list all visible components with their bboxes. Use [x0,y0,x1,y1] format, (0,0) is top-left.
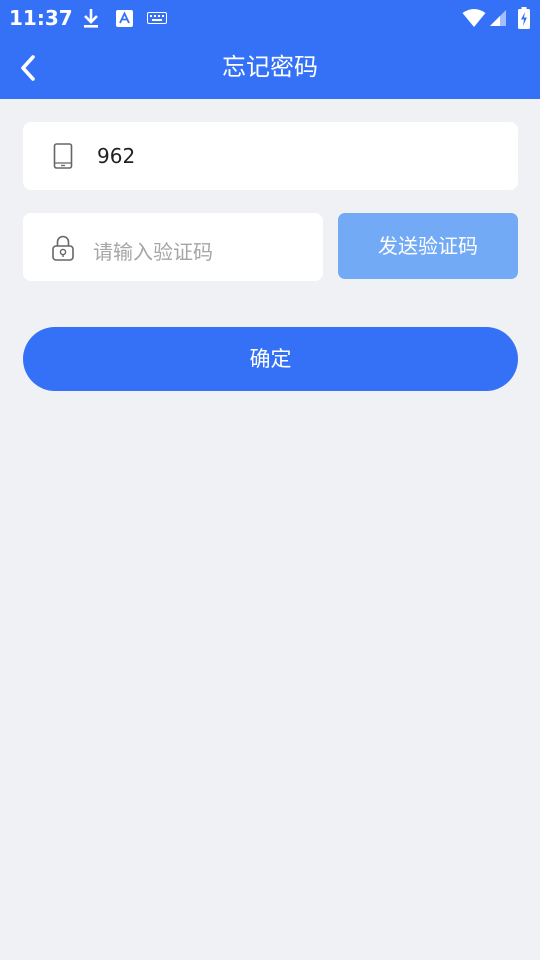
status-time: 11:37 [9,6,73,30]
verification-code-field[interactable]: 请输入验证码 [23,213,323,281]
app-bar: 11:37 忘记密码 [0,0,540,99]
download-icon [80,0,102,36]
text-a-icon [114,0,134,36]
wifi-icon [462,0,486,36]
phone-icon [51,142,75,170]
status-bar: 11:37 [0,0,540,36]
verification-code-input[interactable]: 请输入验证码 [93,236,213,265]
page-title: 忘记密码 [222,53,318,81]
cell-signal-icon [488,0,508,36]
phone-field[interactable]: 962 [23,122,518,190]
battery-charging-icon [516,0,532,36]
title-bar: 忘记密码 [0,36,540,99]
keyboard-icon [146,0,168,36]
phone-input[interactable]: 962 [97,144,135,168]
confirm-button[interactable]: 确定 [23,327,518,391]
send-code-button[interactable]: 发送验证码 [338,213,518,279]
lock-icon [50,234,76,262]
